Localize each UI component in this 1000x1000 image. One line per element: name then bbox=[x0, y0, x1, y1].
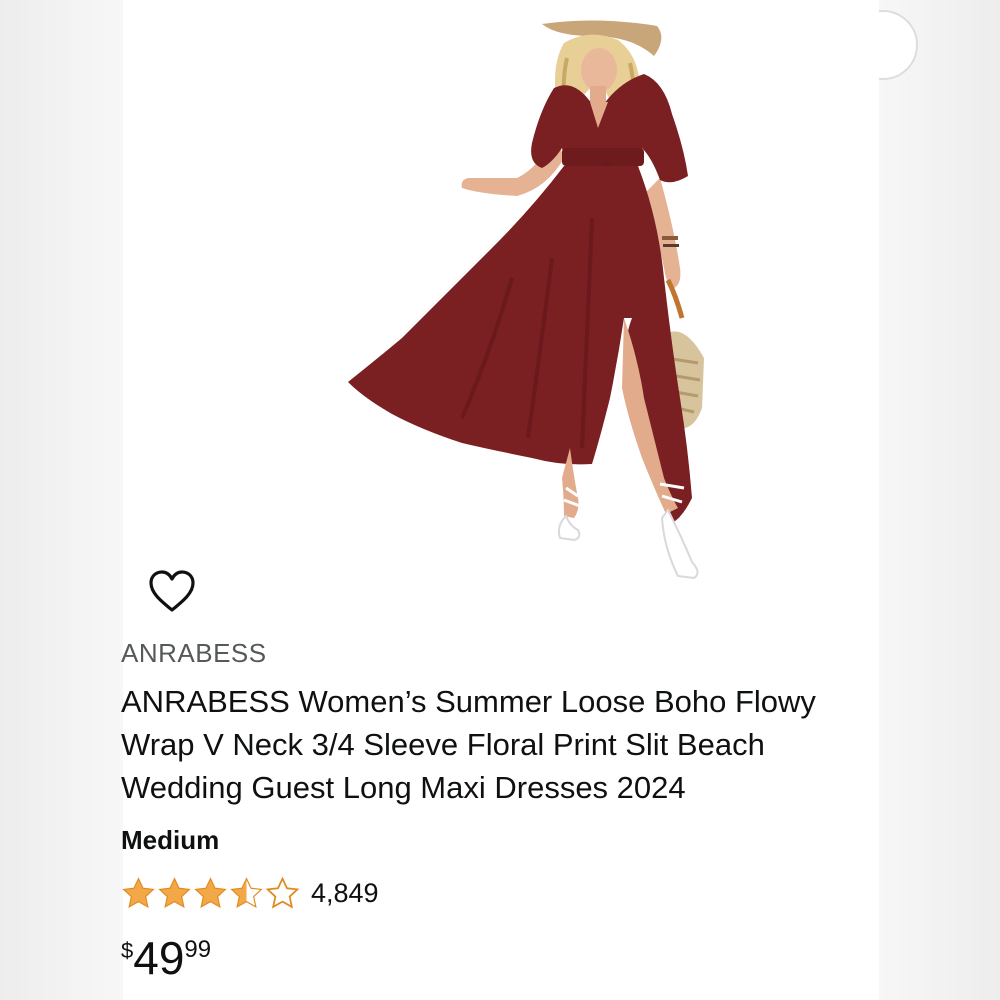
product-title-line: ANRABESS Women’s Summer Loose Boho Flowy bbox=[121, 684, 816, 719]
price: $ 49 99 bbox=[121, 930, 211, 986]
half-star-icon bbox=[230, 876, 263, 908]
product-title[interactable]: ANRABESS Women’s Summer Loose Boho Flowy… bbox=[121, 680, 877, 809]
left-gutter bbox=[0, 0, 123, 1000]
price-currency: $ bbox=[121, 938, 134, 963]
product-screenshot: ANRABESS ANRABESS Women’s Summer Loose B… bbox=[0, 0, 1000, 1000]
rating-count[interactable]: 4,849 bbox=[311, 878, 379, 909]
star-icon bbox=[194, 876, 227, 908]
price-whole: 49 bbox=[133, 932, 185, 984]
price-fraction: 99 bbox=[184, 936, 212, 963]
brand-name[interactable]: ANRABESS bbox=[121, 638, 267, 669]
heart-icon[interactable] bbox=[147, 568, 197, 616]
size-label: Medium bbox=[121, 825, 220, 855]
product-title-line: Wedding Guest Long Maxi Dresses 2024 bbox=[121, 770, 686, 805]
product-image[interactable] bbox=[342, 18, 722, 583]
star-icon bbox=[158, 876, 191, 908]
star-rating bbox=[121, 876, 301, 911]
empty-star-icon bbox=[265, 876, 300, 909]
product-title-line: Wrap V Neck 3/4 Sleeve Floral Print Slit… bbox=[121, 727, 765, 762]
rating-row[interactable]: 4,849 bbox=[121, 872, 379, 914]
star-icon bbox=[122, 876, 155, 908]
right-gutter bbox=[879, 0, 1000, 1000]
